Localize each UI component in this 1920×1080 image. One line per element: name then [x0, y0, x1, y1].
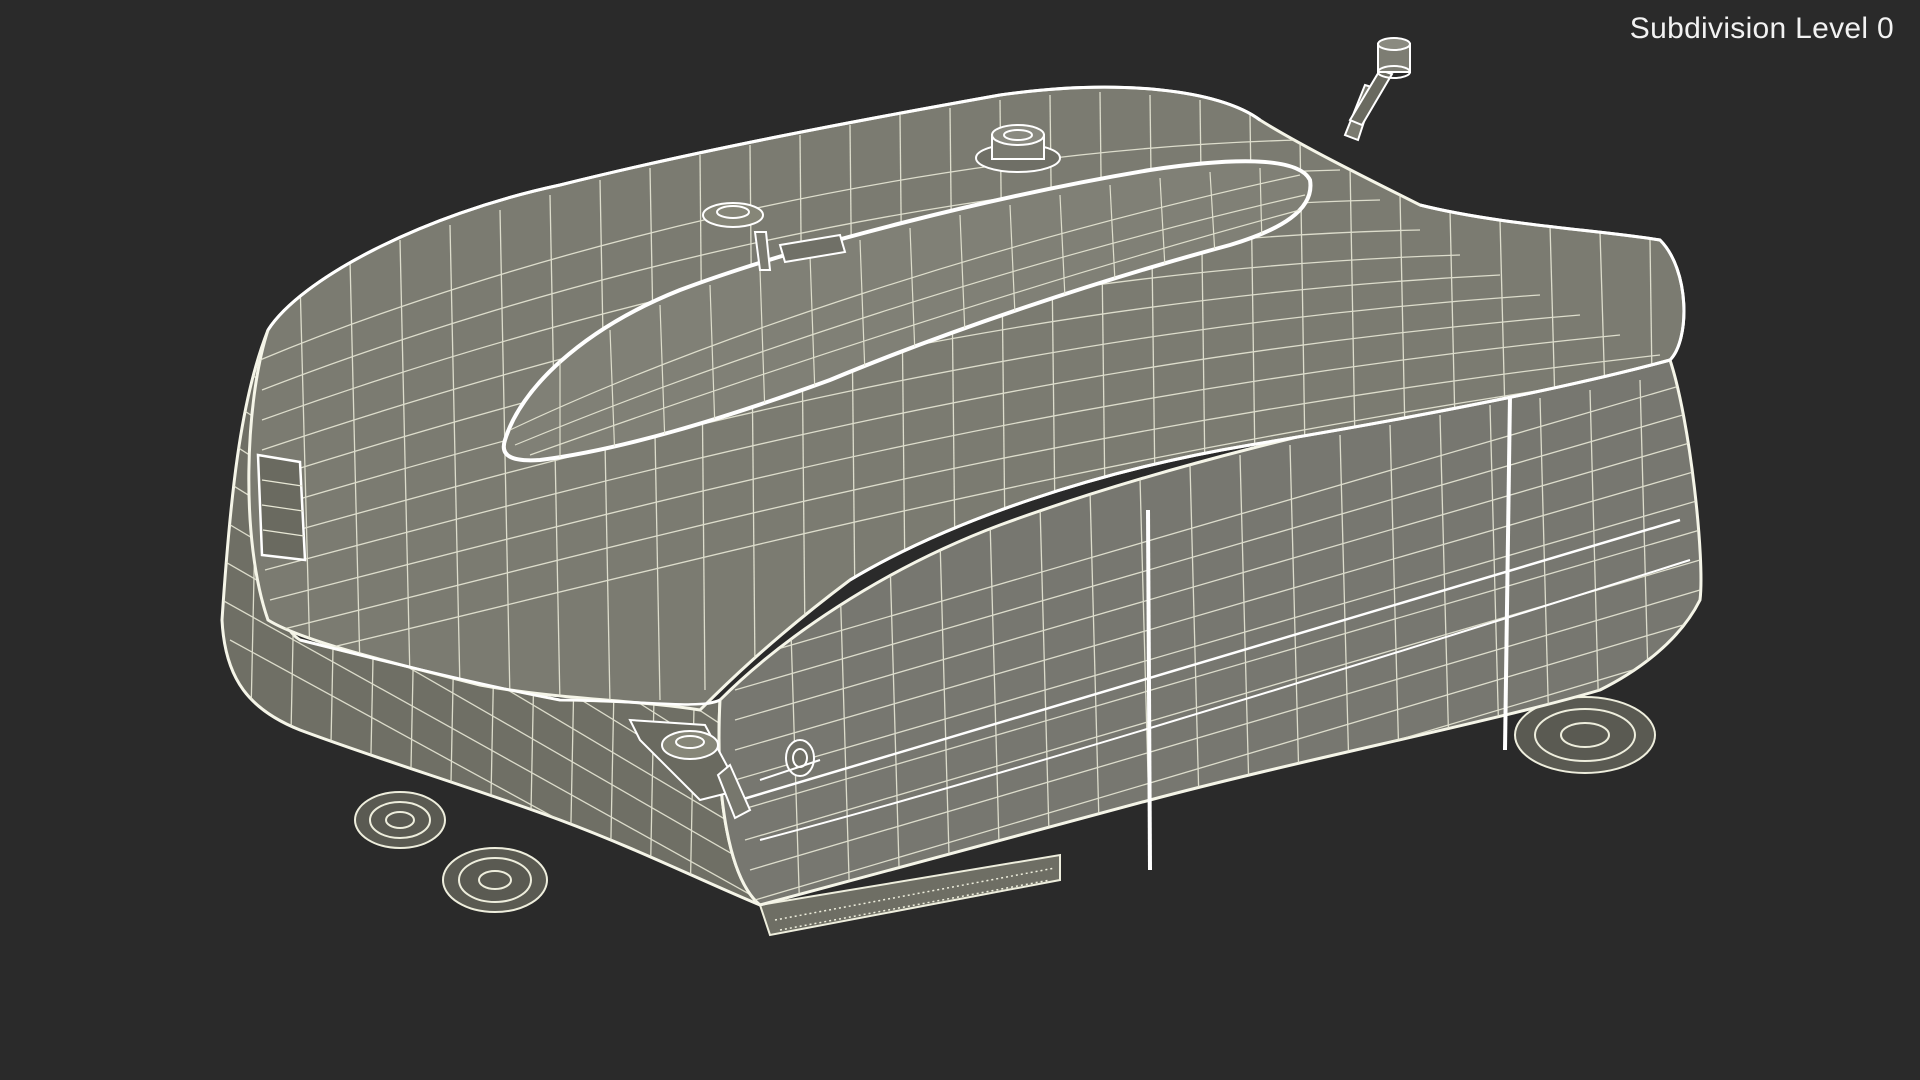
- subdivision-level-label: Subdivision Level 0: [1629, 12, 1894, 45]
- antenna-mast: [1343, 37, 1411, 142]
- front-wheel-left: [442, 847, 548, 913]
- render-viewport: Subdivision Level 0: [0, 0, 1920, 1080]
- rear-wheel-left: [354, 791, 446, 849]
- robot-wireframe-render: [220, 37, 1703, 937]
- front-lamp-left: [256, 453, 307, 562]
